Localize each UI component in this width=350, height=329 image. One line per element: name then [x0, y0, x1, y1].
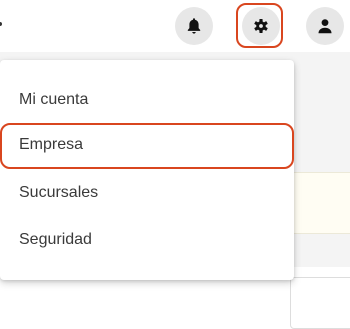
- menu-item-seguridad[interactable]: Seguridad: [0, 220, 294, 260]
- menu-item-mi-cuenta[interactable]: Mi cuenta: [0, 80, 294, 120]
- user-icon: [318, 19, 332, 34]
- menu-item-empresa[interactable]: Empresa: [0, 125, 294, 165]
- settings-dropdown-menu: Mi cuenta Empresa Sucursales Seguridad: [0, 60, 294, 280]
- edge-dot: [0, 22, 2, 26]
- top-bar: [0, 0, 350, 52]
- menu-item-sucursales[interactable]: Sucursales: [0, 173, 294, 213]
- settings-button[interactable]: [242, 7, 280, 45]
- background-card: [290, 277, 350, 329]
- notifications-button[interactable]: [175, 7, 213, 45]
- bell-icon: [187, 18, 201, 34]
- gear-icon: [254, 19, 268, 33]
- profile-button[interactable]: [306, 7, 344, 45]
